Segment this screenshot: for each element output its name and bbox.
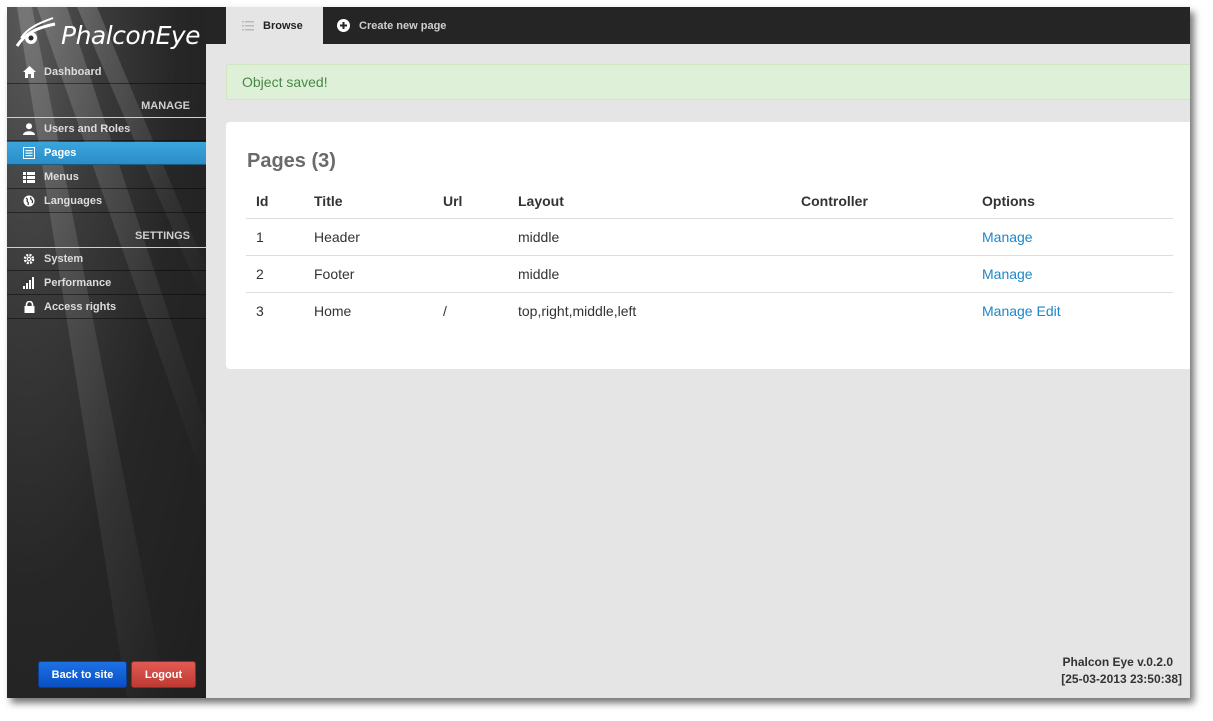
- user-icon: [21, 122, 37, 136]
- sidebar-item-label: System: [44, 253, 84, 265]
- sidebar-item-menus[interactable]: Menus: [7, 166, 206, 189]
- column-header-controller: Controller: [791, 185, 972, 219]
- sidebar-item-label: Dashboard: [44, 66, 102, 78]
- brand-name: PhalconEye: [61, 20, 201, 50]
- pages-icon: [21, 146, 37, 160]
- logout-button[interactable]: Logout: [131, 661, 196, 688]
- tab-browse[interactable]: Browse: [226, 7, 323, 44]
- sidebar-item-access-rights[interactable]: Access rights: [7, 296, 206, 319]
- manage-link[interactable]: Manage: [982, 266, 1033, 282]
- tab-create-new-page[interactable]: Create new page: [337, 7, 446, 44]
- cell-title: Header: [304, 218, 433, 256]
- cell-controller: [791, 218, 972, 256]
- pages-table: Id Title Url Layout Controller Options 1…: [246, 185, 1173, 329]
- globe-icon: [21, 194, 37, 208]
- brand-logo[interactable]: PhalconEye: [15, 15, 201, 55]
- sidebar-item-system[interactable]: System: [7, 248, 206, 271]
- tab-label: Browse: [263, 19, 303, 32]
- sidebar-item-label: Pages: [44, 147, 77, 159]
- cell-id: 3: [256, 302, 264, 319]
- table-header-row: Id Title Url Layout Controller Options: [246, 185, 1173, 219]
- cell-url: /: [443, 302, 447, 319]
- lock-icon: [21, 300, 37, 314]
- sidebar-item-label: Languages: [44, 195, 103, 207]
- page-title: Pages (3): [247, 150, 336, 172]
- alert-message: Object saved!: [242, 74, 328, 90]
- plus-circle-icon: [337, 19, 350, 32]
- cell-layout: middle: [508, 255, 791, 293]
- home-icon: [21, 65, 37, 79]
- column-header-url: Url: [433, 185, 508, 219]
- cell-title: Footer: [304, 255, 433, 293]
- eye-logo-icon: [15, 16, 57, 55]
- cell-title: Home: [314, 302, 352, 319]
- list-icon: [242, 20, 254, 31]
- section-label-manage: MANAGE: [141, 100, 190, 112]
- signal-bars-icon: [21, 276, 37, 290]
- sidebar-item-dashboard[interactable]: Dashboard: [7, 61, 206, 84]
- cell-url: [433, 218, 508, 256]
- timestamp-text: [25-03-2013 23:50:38]: [1061, 672, 1182, 686]
- table-row: 3 Home / top,right,middle,left Manage Ed…: [246, 292, 1173, 329]
- sidebar-item-label: Access rights: [44, 301, 117, 313]
- version-footer: Phalcon Eye v.0.2.0 [25-03-2013 23:50:38…: [1061, 654, 1182, 688]
- cell-options: Manage Edit: [972, 292, 1173, 329]
- tab-label: Create new page: [359, 19, 447, 32]
- sidebar-item-users-and-roles[interactable]: Users and Roles: [7, 118, 206, 141]
- sidebar-item-languages[interactable]: Languages: [7, 190, 206, 213]
- sidebar-item-label: Performance: [44, 277, 112, 289]
- manage-link[interactable]: Manage: [982, 303, 1033, 319]
- column-header-layout: Layout: [508, 185, 791, 219]
- gear-icon: [21, 252, 37, 266]
- sidebar-item-label: Menus: [44, 171, 79, 183]
- sidebar: PhalconEye Dashboard MANAGE Users and Ro…: [7, 7, 206, 698]
- back-to-site-button[interactable]: Back to site: [38, 661, 127, 688]
- table-row: 2 Footer middle Manage: [246, 255, 1173, 293]
- edit-link[interactable]: Edit: [1036, 303, 1060, 319]
- table-row: 1 Header middle Manage: [246, 218, 1173, 256]
- sidebar-item-label: Users and Roles: [44, 123, 131, 135]
- column-header-title: Title: [304, 185, 433, 219]
- sidebar-item-pages[interactable]: Pages: [7, 142, 206, 165]
- version-text: Phalcon Eye v.0.2.0: [1062, 655, 1173, 669]
- app-window: PhalconEye Dashboard MANAGE Users and Ro…: [7, 7, 1190, 698]
- column-header-id: Id: [246, 185, 304, 219]
- cell-id: 1: [246, 218, 304, 256]
- top-toolbar: Browse Create new page: [206, 7, 1190, 44]
- menu-list-icon: [21, 170, 37, 184]
- cell-url: [433, 255, 508, 293]
- column-header-options: Options: [972, 185, 1173, 219]
- sidebar-item-performance[interactable]: Performance: [7, 272, 206, 295]
- cell-layout: top,right,middle,left: [518, 302, 637, 319]
- manage-link[interactable]: Manage: [982, 229, 1033, 245]
- success-alert: Object saved!: [226, 64, 1190, 100]
- pages-panel: Pages (3) Id Title Url Layout Controller…: [226, 122, 1190, 369]
- section-label-settings: SETTINGS: [134, 230, 190, 242]
- cell-options: Manage: [972, 255, 1173, 293]
- cell-id: 2: [246, 255, 304, 293]
- cell-controller: [791, 292, 972, 329]
- cell-controller: [791, 255, 972, 293]
- cell-layout: middle: [508, 218, 791, 256]
- cell-options: Manage: [972, 218, 1173, 256]
